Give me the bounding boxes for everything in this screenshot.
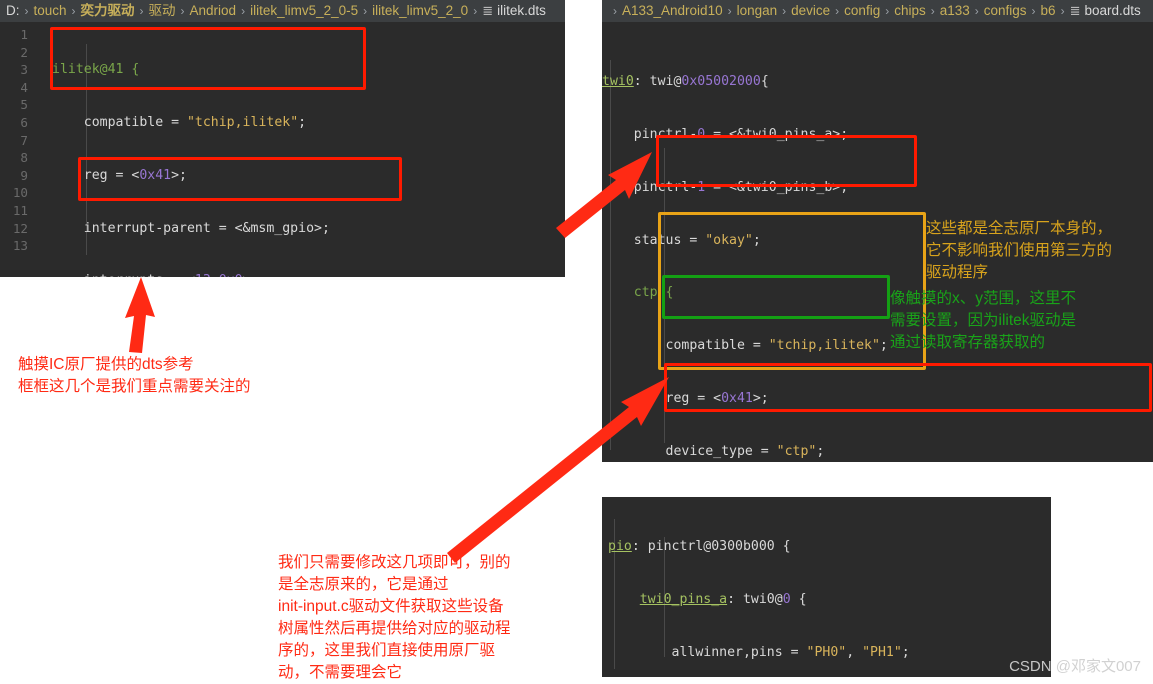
breadcrumb-segment-configs[interactable]: configs — [984, 0, 1027, 22]
breadcrumb-segment-b6[interactable]: b6 — [1041, 0, 1056, 22]
line-number: 13 — [12, 238, 28, 254]
line-number: 9 — [20, 167, 28, 183]
note-left-red: 触摸IC原厂提供的dts参考 框框这几个是我们重点需要关注的 — [18, 356, 251, 395]
code-text: twi0_pins_a: twi0@0 { — [639, 591, 807, 607]
code-text: compatible = "tchip,ilitek"; — [602, 338, 888, 354]
breadcrumb-separator-icon: › — [71, 4, 76, 18]
right-editor-panel-bottom: pio: pinctrl@0300b000 { twi0_pins_a: twi… — [602, 497, 1051, 677]
code-text: twi0: twi@0x05002000{ — [602, 74, 769, 90]
code-line[interactable]: allwinner,pins = "PH0", "PH1"; — [608, 644, 997, 662]
line-number: 3 — [20, 62, 28, 78]
breadcrumb-separator-icon: › — [835, 4, 840, 18]
code-content-left[interactable]: ilitek@41 { compatible = "tchip,ilitek";… — [52, 26, 393, 277]
code-text: status = "okay"; — [602, 232, 761, 248]
code-text: reg = <0x41>; — [602, 390, 769, 406]
code-line[interactable]: ilitek@41 { — [52, 61, 393, 79]
code-line[interactable]: compatible = "tchip,ilitek"; — [52, 114, 393, 132]
line-number: 5 — [20, 97, 28, 113]
code-line[interactable]: twi0_pins_a: twi0@0 { — [608, 591, 997, 609]
code-text: compatible = "tchip,ilitek"; — [52, 114, 307, 130]
code-text: device_type = "ctp"; — [602, 443, 825, 459]
code-text: interrupt-parent = <&msm_gpio>; — [52, 220, 330, 236]
note-bottom-red: 我们只需要修改这几项即可，别的 是全志原来的，它是通过 init-input.c… — [278, 554, 511, 681]
line-number: 10 — [12, 185, 28, 201]
breadcrumb-segment-device[interactable]: device — [791, 0, 830, 22]
breadcrumb-separator-icon: › — [24, 4, 29, 18]
note-green: 像触摸的x、y范围，这里不 需要设置，因为ilitek驱动是 通过读取寄存器获取… — [890, 290, 1077, 351]
code-line[interactable]: pio: pinctrl@0300b000 { — [608, 538, 997, 556]
breadcrumb-segment-qudong[interactable]: 驱动 — [149, 0, 176, 22]
dts-file-icon: ≣ — [1069, 3, 1081, 18]
line-number: 4 — [20, 79, 28, 95]
line-number: 11 — [12, 202, 28, 218]
breadcrumb-separator-icon: › — [241, 4, 246, 18]
code-line[interactable]: device_type = "ctp"; — [602, 443, 1134, 461]
code-text: reg = <0x41>; — [52, 167, 187, 183]
breadcrumb-separator-icon: › — [363, 4, 368, 18]
code-line[interactable]: interrupts = <13 0x0>; — [52, 272, 393, 277]
line-number: 8 — [20, 150, 28, 166]
code-text: pinctrl-1 = <&twi0_pins_b>; — [602, 179, 849, 195]
code-text: pinctrl-0 = <&twi0_pins_a>; — [602, 126, 849, 142]
code-line[interactable]: interrupt-parent = <&msm_gpio>; — [52, 220, 393, 238]
breadcrumb-segment-a133[interactable]: a133 — [940, 0, 970, 22]
breadcrumb-segment-ilitek-limv5-20[interactable]: ilitek_limv5_2_0 — [372, 0, 468, 22]
breadcrumb-separator-icon: › — [473, 4, 478, 18]
breadcrumb-separator-icon: › — [782, 4, 787, 18]
breadcrumb-segment-andriod[interactable]: Andriod — [190, 0, 237, 22]
breadcrumb-separator-icon: › — [885, 4, 890, 18]
left-editor-panel: D: › touch › 奕力驱动 › 驱动 › Andriod › ilite… — [0, 0, 565, 277]
breadcrumb-left[interactable]: D: › touch › 奕力驱动 › 驱动 › Andriod › ilite… — [0, 0, 565, 22]
breadcrumb-separator-icon: › — [613, 4, 617, 18]
breadcrumb-segment-a133-android10[interactable]: A133_Android10 — [622, 0, 723, 22]
code-text: ctp { — [602, 285, 674, 301]
breadcrumb-separator-icon: › — [1060, 4, 1065, 18]
breadcrumb-separator-icon: › — [139, 4, 144, 18]
breadcrumb-right[interactable]: › A133_Android10 › longan › device › con… — [602, 0, 1153, 22]
breadcrumb-segment-chips[interactable]: chips — [894, 0, 926, 22]
breadcrumb-segment-ilitek-limv5-205[interactable]: ilitek_limv5_2_0-5 — [250, 0, 358, 22]
breadcrumb-separator-icon: › — [930, 4, 935, 18]
code-line[interactable]: reg = <0x41>; — [602, 390, 1134, 408]
code-line[interactable]: pinctrl-0 = <&twi0_pins_a>; — [602, 126, 1134, 144]
code-line[interactable]: twi0: twi@0x05002000{ — [602, 73, 1134, 91]
code-line[interactable]: reg = <0x41>; — [52, 167, 393, 185]
breadcrumb-separator-icon: › — [1031, 4, 1036, 18]
dts-file-icon: ≣ — [482, 3, 494, 18]
line-number: 6 — [20, 114, 28, 130]
breadcrumb-segment-touch[interactable]: touch — [34, 0, 67, 22]
breadcrumb-drive[interactable]: D: — [6, 0, 20, 22]
code-text: interrupts = <13 0x0>; — [52, 273, 259, 277]
line-number-gutter-left: 1 2 3 4 5 6 7 8 9 10 11 12 13 — [0, 26, 34, 255]
line-number: 2 — [20, 44, 28, 60]
breadcrumb-segment-yili[interactable]: 奕力驱动 — [81, 0, 135, 22]
note-yellow: 这些都是全志原厂本身的， 它不影响我们使用第三方的 驱动程序 — [926, 220, 1113, 281]
code-text: ilitek@41 { — [52, 62, 140, 78]
csdn-watermark: CSDN @邓家文007 — [1009, 658, 1141, 675]
breadcrumb-file-name[interactable]: board.dts — [1084, 0, 1140, 22]
arrow-left-up — [125, 277, 155, 353]
breadcrumb-separator-icon: › — [727, 4, 732, 18]
breadcrumb-separator-icon: › — [974, 4, 979, 18]
line-number: 1 — [20, 27, 28, 42]
breadcrumb-separator-icon: › — [180, 4, 185, 18]
breadcrumb-segment-config[interactable]: config — [844, 0, 880, 22]
breadcrumb-segment-longan[interactable]: longan — [737, 0, 778, 22]
breadcrumb-file-name[interactable]: ilitek.dts — [497, 0, 546, 22]
line-number: 7 — [20, 132, 28, 148]
code-text: allwinner,pins = "PH0", "PH1"; — [608, 644, 910, 660]
code-content-right-bottom[interactable]: pio: pinctrl@0300b000 { twi0_pins_a: twi… — [608, 503, 997, 677]
code-line[interactable]: pinctrl-1 = <&twi0_pins_b>; — [602, 179, 1134, 197]
code-text: pio: pinctrl@0300b000 { — [608, 539, 791, 555]
line-number: 12 — [12, 220, 28, 236]
